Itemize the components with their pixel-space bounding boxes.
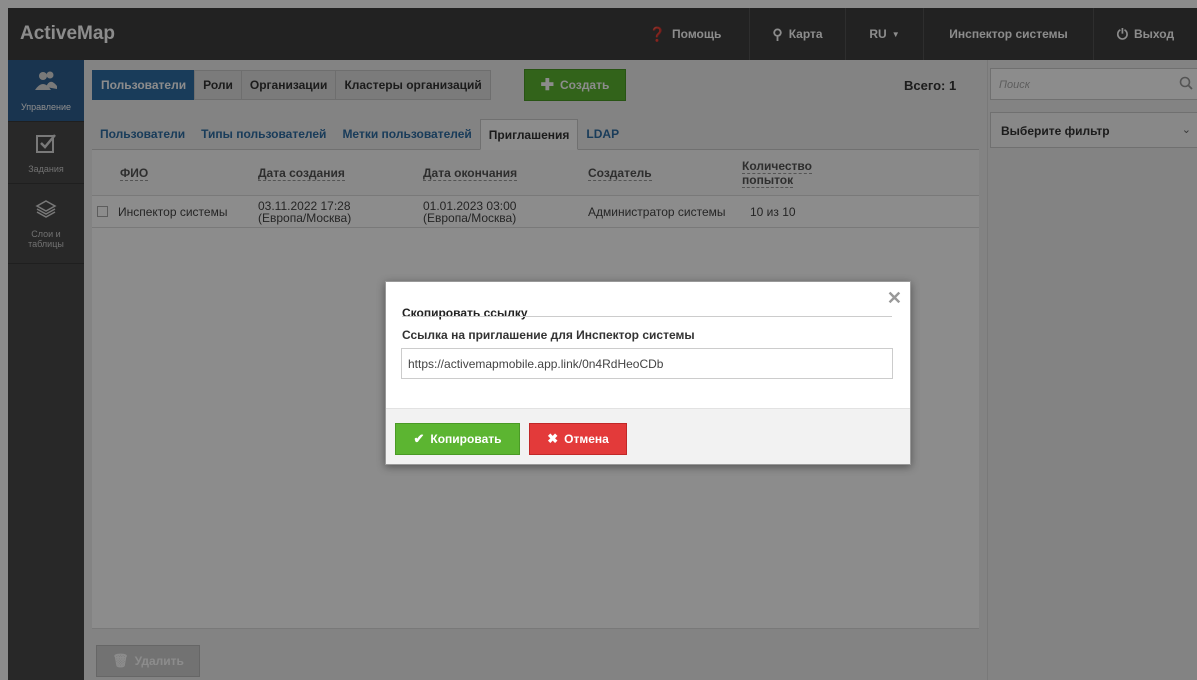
cancel-button[interactable]: ✖ Отмена — [529, 423, 627, 455]
invitation-link-field[interactable] — [401, 348, 893, 379]
link-field-label: Ссылка на приглашение для Инспектор сист… — [402, 328, 695, 342]
checkmark-icon: ✔ — [413, 431, 425, 446]
dialog-divider — [402, 316, 892, 317]
copy-label: Копировать — [430, 432, 502, 446]
close-icon[interactable]: ✕ — [887, 288, 902, 309]
copy-button[interactable]: ✔ Копировать — [395, 423, 520, 455]
dialog-title: Скопировать ссылку — [402, 306, 528, 320]
dialog-footer: ✔ Копировать ✖ Отмена — [386, 408, 910, 464]
cancel-label: Отмена — [564, 432, 609, 446]
copy-link-dialog: ✕ Скопировать ссылку Ссылка на приглашен… — [385, 281, 911, 465]
x-icon: ✖ — [547, 431, 559, 446]
